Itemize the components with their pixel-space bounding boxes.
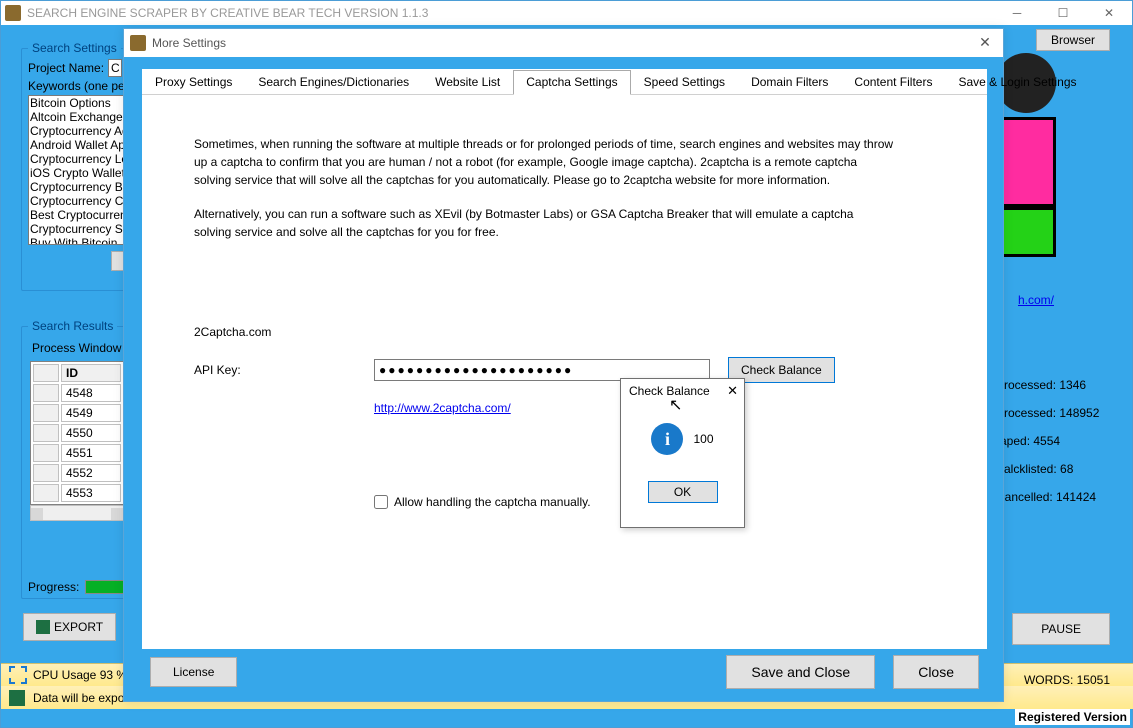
progress-label: Progress: xyxy=(28,580,79,594)
ok-button[interactable]: OK xyxy=(648,481,718,503)
tab-speed-settings[interactable]: Speed Settings xyxy=(631,70,738,95)
keywords-label: Keywords (one pe xyxy=(28,79,136,93)
modal-titlebar: More Settings xyxy=(124,29,1003,57)
manual-captcha-label: Allow handling the captcha manually. xyxy=(394,495,591,509)
website-link-partial[interactable]: h.com/ xyxy=(1018,293,1054,307)
stat-line: raped: 4554 xyxy=(996,427,1106,455)
service-label: 2Captcha.com xyxy=(194,325,374,339)
id-header: ID xyxy=(61,364,121,382)
cpu-icon xyxy=(9,666,27,684)
save-and-close-button[interactable]: Save and Close xyxy=(726,655,875,689)
stats-panel: Processed: 1346Processed: 148952raped: 4… xyxy=(996,371,1106,511)
search-results-panel: Search Results Process Window ID 4548 454… xyxy=(21,319,135,599)
project-name-label: Project Name: xyxy=(28,61,108,75)
table-row[interactable]: 4550 xyxy=(33,424,121,442)
stat-line: Cancelled: 141424 xyxy=(996,483,1106,511)
table-row[interactable]: 4548 xyxy=(33,384,121,402)
cpu-usage-label: CPU Usage 93 % xyxy=(33,668,127,682)
tab-captcha-settings[interactable]: Captcha Settings xyxy=(513,70,630,95)
tab-save-login-settings[interactable]: Save & Login Settings xyxy=(945,70,1089,95)
settings-tabs: Proxy SettingsSearch Engines/Dictionarie… xyxy=(142,69,987,95)
window-controls: ─ ☐ ✕ xyxy=(994,1,1132,25)
maximize-button[interactable]: ☐ xyxy=(1040,1,1086,25)
table-row[interactable]: 4552 xyxy=(33,464,121,482)
tab-website-list[interactable]: Website List xyxy=(422,70,513,95)
id-table[interactable]: ID 4548 4549 4550 4551 4552 4553 xyxy=(30,361,124,505)
search-settings-legend: Search Settings xyxy=(28,41,121,55)
tab-domain-filters[interactable]: Domain Filters xyxy=(738,70,841,95)
table-row[interactable]: 4553 xyxy=(33,484,121,502)
registered-label: Registered Version xyxy=(1015,709,1130,725)
close-button[interactable]: ✕ xyxy=(1086,1,1132,25)
tab-content-filters[interactable]: Content Filters xyxy=(841,70,945,95)
stat-line: Processed: 1346 xyxy=(996,371,1106,399)
tab-proxy-settings[interactable]: Proxy Settings xyxy=(142,70,245,95)
balance-value: 100 xyxy=(693,432,713,446)
dialog-close-button[interactable]: ✕ xyxy=(727,383,738,399)
modal-close-button[interactable]: ✕ xyxy=(973,33,997,51)
excel-icon xyxy=(36,620,50,634)
stat-line: Balcklisted: 68 xyxy=(996,455,1106,483)
process-window-label: Process Window xyxy=(32,341,128,355)
info-icon: i xyxy=(651,423,683,455)
modal-body: Proxy SettingsSearch Engines/Dictionarie… xyxy=(142,69,987,649)
captcha-service-link[interactable]: http://www.2captcha.com/ xyxy=(374,401,511,415)
search-results-legend: Search Results xyxy=(28,319,117,333)
bear-icon xyxy=(130,35,146,51)
manual-captcha-checkbox[interactable] xyxy=(374,495,388,509)
close-modal-button[interactable]: Close xyxy=(893,655,979,689)
main-titlebar: SEARCH ENGINE SCRAPER BY CREATIVE BEAR T… xyxy=(1,1,1132,25)
main-title: SEARCH ENGINE SCRAPER BY CREATIVE BEAR T… xyxy=(27,6,428,20)
export-button[interactable]: EXPORT xyxy=(23,613,116,641)
minimize-button[interactable]: ─ xyxy=(994,1,1040,25)
license-button[interactable]: License xyxy=(150,657,237,687)
excel-icon-small xyxy=(9,690,25,706)
table-row[interactable]: 4549 xyxy=(33,404,121,422)
export-label: EXPORT xyxy=(54,620,103,634)
stat-line: Processed: 148952 xyxy=(996,399,1106,427)
captcha-para-2: Alternatively, you can run a software su… xyxy=(194,205,894,241)
more-settings-modal: More Settings ✕ Proxy SettingsSearch Eng… xyxy=(123,28,1004,702)
api-key-label: API Key: xyxy=(194,363,374,377)
keyword-count: WORDS: 15051 xyxy=(1024,673,1110,687)
horizontal-scrollbar[interactable] xyxy=(30,505,124,521)
dialog-title: Check Balance xyxy=(629,384,710,398)
check-balance-dialog: Check Balance ✕ i 100 OK xyxy=(620,378,745,528)
modal-footer: License Save and Close Close xyxy=(142,655,987,689)
captcha-para-1: Sometimes, when running the software at … xyxy=(194,135,894,189)
browser-button[interactable]: Browser xyxy=(1036,29,1110,51)
app-icon xyxy=(5,5,21,21)
pause-button[interactable]: PAUSE xyxy=(1012,613,1110,645)
table-row[interactable]: 4551 xyxy=(33,444,121,462)
captcha-settings-content: Sometimes, when running the software at … xyxy=(142,95,987,549)
modal-title: More Settings xyxy=(152,36,226,50)
tab-search-engines-dictionaries[interactable]: Search Engines/Dictionaries xyxy=(245,70,422,95)
project-name-input[interactable] xyxy=(108,59,122,77)
